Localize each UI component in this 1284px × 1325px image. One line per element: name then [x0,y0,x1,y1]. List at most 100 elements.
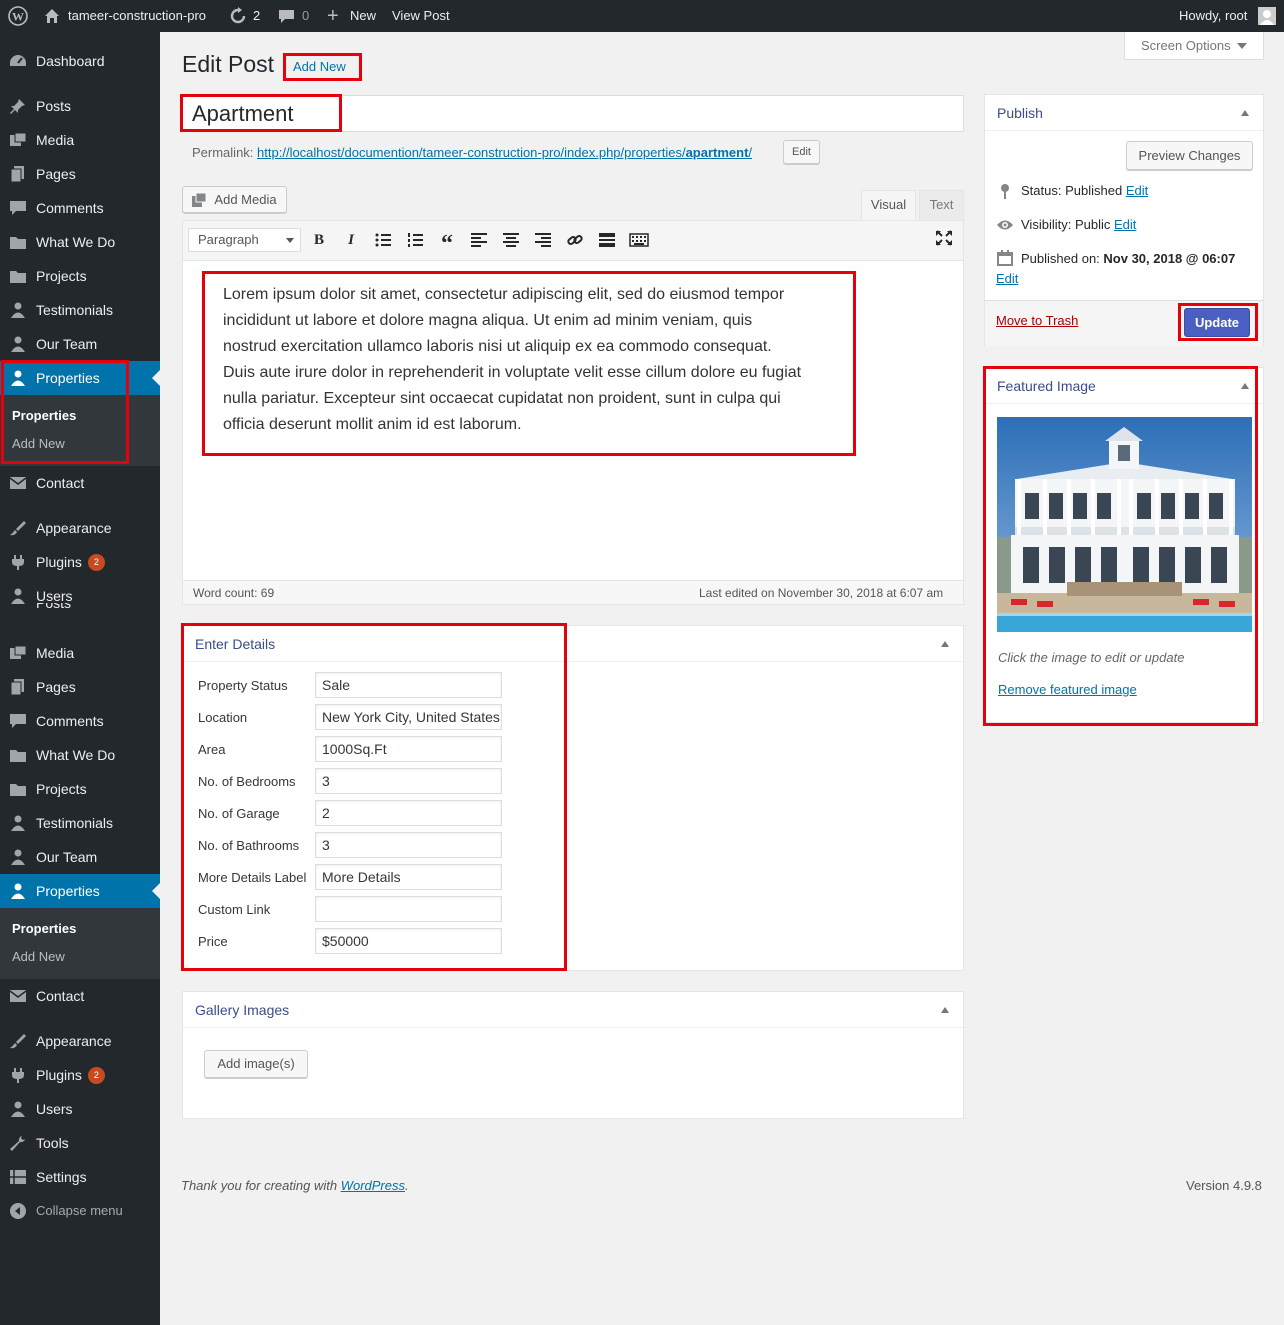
location-input[interactable]: New York City, United States [315,704,502,730]
submenu-add-new[interactable]: Add New [12,436,65,451]
collapse-arrow-icon[interactable] [1241,383,1249,389]
garage-input[interactable]: 2 [315,800,502,826]
preview-changes-button[interactable]: Preview Changes [1126,141,1253,170]
menu-projects-2[interactable]: Projects [0,772,160,806]
editor-content[interactable]: Lorem ipsum dolor sit amet, consectetur … [223,282,843,438]
menu-what-we-do[interactable]: What We Do [0,225,160,259]
align-right-icon[interactable] [533,232,553,248]
add-images-button[interactable]: Add image(s) [204,1050,308,1078]
menu-our-team-2[interactable]: Our Team [0,840,160,874]
featured-image-header[interactable]: Featured Image [985,368,1263,404]
menu-appearance-2[interactable]: Appearance [0,1024,160,1058]
collapse-arrow-icon[interactable] [941,641,949,647]
published-edit-link[interactable]: Edit [996,271,1018,286]
publish-header[interactable]: Publish [985,95,1263,131]
submenu-properties[interactable]: Properties [12,921,76,936]
menu-label: Testimonials [36,302,114,318]
permalink-link[interactable]: http://localhost/documention/tameer-cons… [257,145,752,160]
fullscreen-icon[interactable] [934,230,954,246]
toolbar-toggle-icon[interactable] [629,232,649,248]
menu-dashboard[interactable]: Dashboard [0,44,160,78]
collapse-arrow-icon[interactable] [1241,110,1249,116]
collapse-arrow-icon[interactable] [941,1007,949,1013]
more-details-label-input[interactable]: More Details [315,864,502,890]
menu-properties[interactable]: Properties [0,361,160,395]
menu-tools[interactable]: Tools [0,1126,160,1160]
menu-settings[interactable]: Settings [0,1160,160,1194]
submenu-add-new[interactable]: Add New [12,949,65,964]
collapse-menu[interactable]: Collapse menu [0,1194,160,1228]
featured-image-thumbnail[interactable] [997,417,1252,632]
italic-icon[interactable]: I [341,232,361,248]
bullet-list-icon[interactable] [373,232,393,248]
comments-count[interactable]: 0 [302,0,309,32]
updates-icon[interactable] [229,0,247,32]
wordpress-logo-icon[interactable]: W [8,0,28,32]
new-content-link[interactable]: New [350,0,376,32]
howdy-user-link[interactable]: Howdy, root [1179,0,1247,32]
link-icon[interactable] [565,232,585,248]
menu-testimonials-2[interactable]: Testimonials [0,806,160,840]
menu-label: Our Team [36,336,98,352]
add-media-button[interactable]: Add Media [182,186,287,213]
screen-options-toggle[interactable]: Screen Options [1124,32,1264,60]
remove-featured-image-link[interactable]: Remove featured image [998,682,1137,697]
price-input[interactable]: $50000 [315,928,502,954]
read-more-icon[interactable] [597,232,617,248]
caret-down-icon [286,238,294,247]
menu-properties-2[interactable]: Properties [0,874,160,908]
blockquote-icon[interactable]: “ [437,232,457,256]
add-new-button[interactable]: Add New [293,59,346,74]
tab-visual[interactable]: Visual [861,190,916,220]
update-button[interactable]: Update [1184,308,1250,337]
menu-what-we-do-2[interactable]: What We Do [0,738,160,772]
tab-text[interactable]: Text [919,190,964,220]
align-left-icon[interactable] [469,232,489,248]
status-edit-link[interactable]: Edit [1126,183,1148,198]
site-name-link[interactable]: tameer-construction-pro [68,0,206,32]
site-home-icon[interactable] [44,0,60,32]
menu-contact[interactable]: Contact [0,466,160,500]
move-to-trash-link[interactable]: Move to Trash [996,313,1078,328]
format-select[interactable]: Paragraph [188,228,301,252]
visibility-edit-link[interactable]: Edit [1114,217,1136,232]
menu-contact-2[interactable]: Contact [0,979,160,1013]
menu-label: Properties [36,883,100,899]
menu-appearance[interactable]: Appearance [0,511,160,545]
property-status-input[interactable]: Sale [315,672,502,698]
comments-icon[interactable] [278,0,295,32]
menu-plugins-2[interactable]: Plugins 2 [0,1058,160,1092]
wordpress-link[interactable]: WordPress [341,1178,405,1193]
user-icon [11,815,25,831]
gallery-images-header[interactable]: Gallery Images [183,992,963,1028]
menu-users-2[interactable]: Users [0,1092,160,1126]
custom-link-input[interactable] [315,896,502,922]
numbered-list-icon[interactable] [405,232,425,248]
menu-comments[interactable]: Comments [0,191,160,225]
menu-media-2[interactable]: Media [0,636,160,670]
menu-pages-2[interactable]: Pages [0,670,160,704]
menu-media[interactable]: Media [0,123,160,157]
menu-posts[interactable]: Posts [0,89,160,123]
view-post-link[interactable]: View Post [392,0,450,32]
permalink-edit-button[interactable]: Edit [783,140,820,164]
align-center-icon[interactable] [501,232,521,248]
plus-icon[interactable]: + [327,0,339,32]
area-input[interactable]: 1000Sq.Ft [315,736,502,762]
admin-sidebar: Dashboard Posts Media Pages Comments Wha… [0,32,160,1325]
menu-testimonials[interactable]: Testimonials [0,293,160,327]
avatar[interactable] [1258,0,1276,32]
menu-pages[interactable]: Pages [0,157,160,191]
updates-count[interactable]: 2 [253,0,260,32]
menu-plugins[interactable]: Plugins 2 [0,545,160,579]
post-title-input[interactable]: Apartment [182,95,964,132]
menu-comments-2[interactable]: Comments [0,704,160,738]
bold-icon[interactable]: B [309,232,329,248]
bedrooms-input[interactable]: 3 [315,768,502,794]
submenu-properties[interactable]: Properties [12,408,76,423]
menu-posts-partial[interactable]: Posts [0,603,160,623]
bathrooms-input[interactable]: 3 [315,832,502,858]
menu-projects[interactable]: Projects [0,259,160,293]
menu-label: Properties [36,370,100,386]
menu-our-team[interactable]: Our Team [0,327,160,361]
